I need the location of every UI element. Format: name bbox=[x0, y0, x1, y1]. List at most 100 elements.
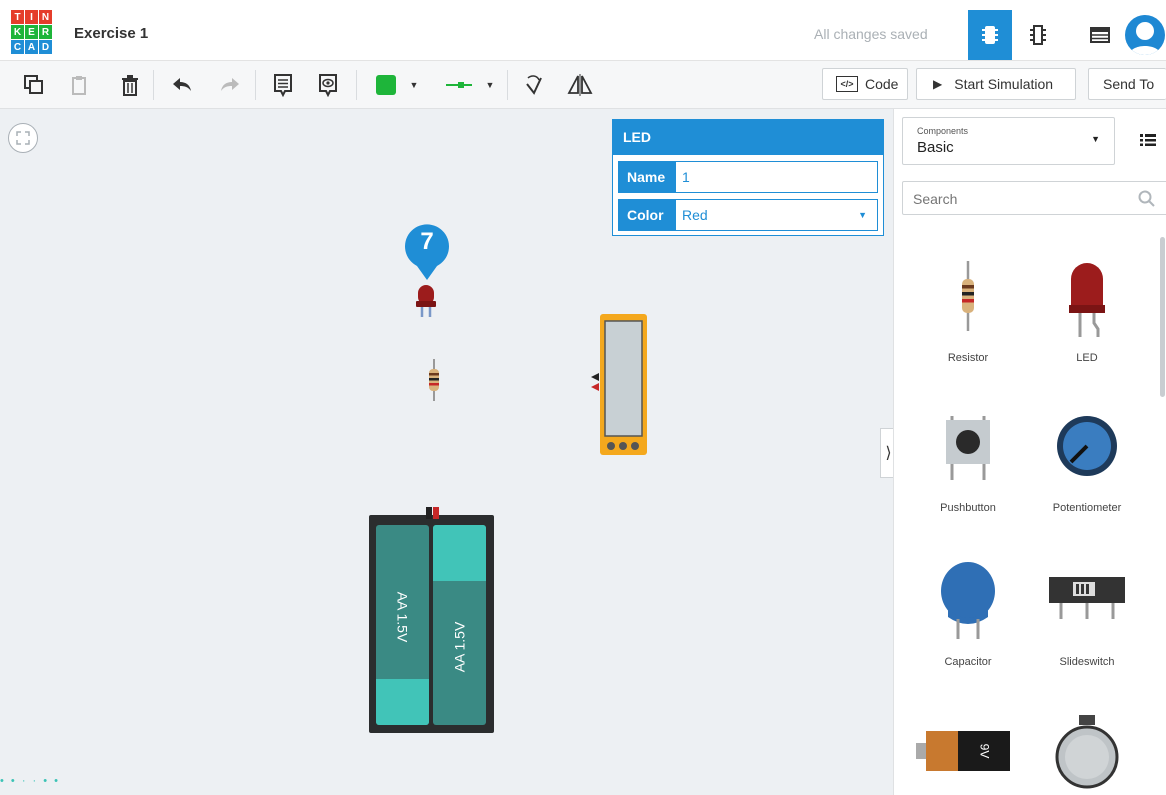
battery-terminal-negative bbox=[426, 507, 432, 519]
list-view-button[interactable] bbox=[1136, 128, 1160, 152]
component-item-coin-cell[interactable] bbox=[1027, 711, 1147, 795]
component-label: Capacitor bbox=[944, 656, 992, 668]
components-category-value: Basic bbox=[917, 139, 954, 156]
step-marker-number: 7 bbox=[420, 228, 434, 255]
search-icon bbox=[1138, 190, 1155, 207]
potentiometer-icon bbox=[1057, 416, 1117, 476]
table-icon bbox=[1090, 27, 1110, 43]
components-panel: Components Basic ▼ Resistor bbox=[893, 109, 1166, 795]
toolbar-divider bbox=[507, 70, 508, 100]
component-properties-panel: LED Name 1 Color Red ▼ bbox=[612, 119, 884, 236]
code-button[interactable]: </> Code bbox=[822, 68, 908, 100]
redo-button[interactable] bbox=[218, 73, 242, 97]
decorative-dots: • • · · • • bbox=[0, 775, 61, 787]
component-label: LED bbox=[1076, 352, 1098, 364]
battery-9v-icon: 9V bbox=[916, 729, 1016, 773]
component-item-slideswitch[interactable]: Slideswitch bbox=[1027, 557, 1147, 682]
battery-terminal-positive bbox=[433, 507, 439, 519]
logo-letter: R bbox=[39, 25, 52, 39]
project-title[interactable]: Exercise 1 bbox=[74, 25, 148, 42]
clipboard-icon bbox=[72, 76, 86, 95]
chevron-right-icon: ⟩ bbox=[885, 445, 892, 462]
list-icon bbox=[1140, 134, 1156, 146]
app-header: T I N K E R C A D Exercise 1 All changes… bbox=[0, 10, 1166, 61]
component-item-pushbutton[interactable]: Pushbutton bbox=[908, 404, 1028, 529]
delete-button[interactable] bbox=[118, 73, 142, 97]
led-icon bbox=[1069, 263, 1105, 337]
trash-icon bbox=[122, 75, 138, 96]
component-item-resistor[interactable]: Resistor bbox=[908, 251, 1028, 376]
name-input[interactable]: 1 bbox=[676, 162, 877, 192]
toggle-notes-visibility-button[interactable] bbox=[316, 73, 340, 97]
components-caption: Components bbox=[917, 126, 969, 136]
circuit-view-button[interactable] bbox=[968, 10, 1012, 60]
eye-note-icon bbox=[319, 74, 337, 97]
slideswitch-icon bbox=[1049, 577, 1125, 619]
component-label: Resistor bbox=[947, 352, 989, 364]
editor-toolbar: ▼ ▼ </> Code ▶ Start Simulation Send To bbox=[0, 61, 1166, 109]
logo-letter: D bbox=[39, 40, 52, 54]
logo-letter: E bbox=[25, 25, 38, 39]
battery-9v-body: 9V bbox=[958, 731, 1010, 771]
logo-letter: I bbox=[25, 10, 38, 24]
component-item-led[interactable]: LED bbox=[1027, 251, 1147, 376]
send-to-label: Send To bbox=[1103, 76, 1155, 92]
flip-icon bbox=[567, 74, 593, 96]
send-to-button[interactable]: Send To bbox=[1088, 68, 1166, 100]
name-field[interactable]: Name 1 bbox=[618, 161, 878, 193]
component-item-capacitor[interactable]: Capacitor bbox=[908, 557, 1028, 682]
start-simulation-label: Start Simulation bbox=[954, 76, 1054, 92]
color-select[interactable]: Color Red ▼ bbox=[618, 199, 878, 231]
battery-cell-right: AA 1.5V bbox=[433, 525, 486, 725]
circuit-board-icon bbox=[982, 26, 998, 44]
battery-9v-label: 9V bbox=[977, 743, 991, 759]
panel-scrollbar-thumb[interactable] bbox=[1160, 237, 1165, 397]
undo-button[interactable] bbox=[170, 73, 194, 97]
paste-button[interactable] bbox=[68, 73, 92, 97]
battery-pack-component[interactable]: AA 1.5V AA 1.5V bbox=[369, 507, 494, 733]
component-label: Slideswitch bbox=[1059, 656, 1115, 668]
schematic-view-button[interactable] bbox=[1016, 10, 1060, 60]
components-category-select[interactable]: Components Basic ▼ bbox=[902, 117, 1115, 165]
logo-letter: K bbox=[11, 25, 24, 39]
search-box[interactable] bbox=[902, 181, 1166, 216]
notes-button[interactable] bbox=[271, 73, 295, 97]
logo-letter: T bbox=[11, 10, 24, 24]
undo-icon bbox=[173, 78, 191, 91]
rotate-icon bbox=[526, 75, 542, 95]
code-button-label: Code bbox=[865, 76, 899, 92]
battery-cell-left: AA 1.5V bbox=[376, 525, 429, 725]
component-item-9v-battery[interactable]: 9V bbox=[908, 711, 1028, 795]
code-icon: </> bbox=[836, 76, 858, 92]
tinkercad-logo[interactable]: T I N K E R C A D bbox=[11, 10, 55, 57]
component-item-potentiometer[interactable]: Potentiometer bbox=[1027, 404, 1147, 529]
coin-cell-battery-icon bbox=[1055, 715, 1119, 789]
battery-right-label: AA 1.5V bbox=[451, 621, 468, 673]
toolbar-divider bbox=[255, 70, 256, 100]
rotate-button[interactable] bbox=[522, 73, 546, 97]
copy-icon bbox=[24, 75, 43, 94]
component-label: Pushbutton bbox=[940, 502, 996, 514]
color-select-value[interactable]: Red bbox=[676, 200, 858, 230]
copy-button[interactable] bbox=[22, 73, 46, 97]
wire-color-picker[interactable]: ▼ bbox=[442, 73, 498, 97]
toolbar-divider bbox=[153, 70, 154, 100]
search-input[interactable] bbox=[903, 182, 1135, 216]
pushbutton-icon bbox=[946, 416, 990, 480]
start-simulation-button[interactable]: ▶ Start Simulation bbox=[916, 68, 1076, 100]
led-component[interactable] bbox=[414, 283, 438, 321]
chip-icon bbox=[1030, 25, 1046, 45]
toolbar-divider bbox=[356, 70, 357, 100]
chevron-down-icon: ▼ bbox=[858, 210, 867, 220]
redo-icon bbox=[221, 78, 239, 91]
save-status: All changes saved bbox=[814, 26, 928, 42]
user-avatar[interactable] bbox=[1125, 15, 1165, 55]
fill-color-picker[interactable]: ▼ bbox=[372, 73, 422, 97]
zoom-to-fit-button[interactable] bbox=[8, 123, 38, 153]
note-icon bbox=[274, 74, 292, 97]
resistor-component[interactable] bbox=[427, 359, 441, 401]
name-field-label: Name bbox=[619, 162, 676, 192]
component-list-view-button[interactable] bbox=[1078, 10, 1122, 60]
flip-button[interactable] bbox=[566, 73, 594, 97]
multimeter-component[interactable] bbox=[588, 313, 650, 457]
